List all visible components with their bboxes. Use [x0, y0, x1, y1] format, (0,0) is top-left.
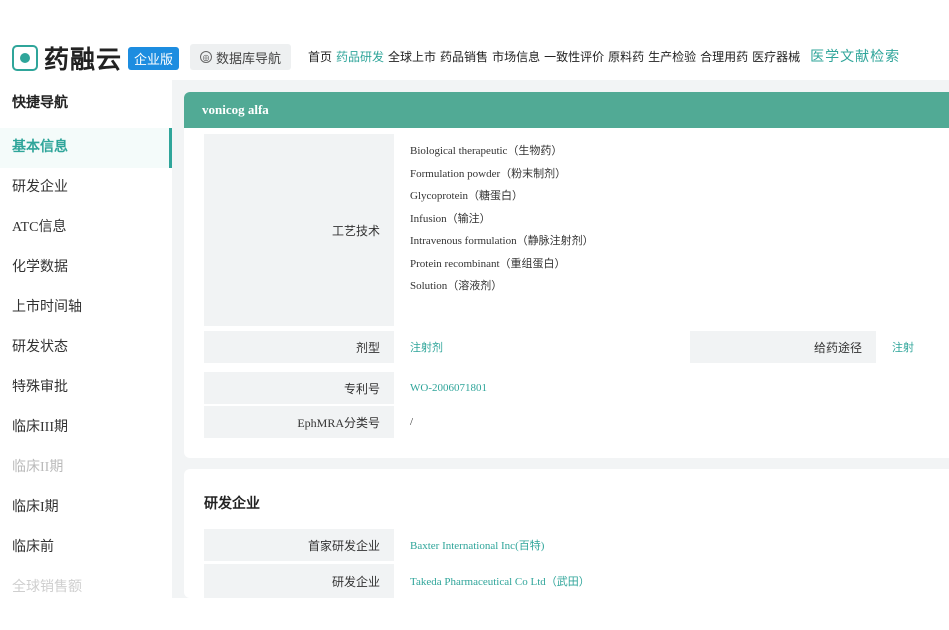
logo-icon [12, 45, 38, 71]
nav-item[interactable]: 医疗器械 [752, 48, 800, 65]
route-label: 给药途径 [690, 331, 876, 363]
tech-list: Biological therapeutic（生物药） Formulation p… [394, 134, 594, 326]
ephmra-row: EphMRA分类号 / [204, 406, 413, 438]
ephmra-value: / [410, 416, 414, 428]
logo-text: 药融云 [44, 45, 123, 74]
sidebar-item[interactable]: 临床II期 [0, 448, 172, 488]
rd-company-row: 研发企业 Takeda Pharmaceutical Co Ltd（武田） [204, 564, 590, 598]
route-value[interactable]: 注射 [876, 331, 914, 363]
tech-item: Intravenous formulation（静脉注射剂） [410, 235, 594, 247]
nav-item[interactable]: 首页 [308, 48, 332, 65]
first-rd-value[interactable]: Baxter International Inc(百特) [394, 529, 544, 561]
ephmra-label: EphMRA分类号 [204, 406, 394, 438]
rd-company-panel: 研发企业 首家研发企业 Baxter International Inc(百特)… [184, 469, 949, 598]
nav-item-literature-search[interactable]: 医学文献检索 [810, 46, 900, 66]
sidebar-item[interactable]: ATC信息 [0, 208, 172, 248]
tech-item: Solution（溶液剂） [410, 280, 503, 292]
app-header: 药融云 企业版 ◎ 数据库导航 首页 药品研发 全球上市 药品销售 市场信息 一致性评价原… [0, 0, 949, 80]
dosage-row: 剂型 注射剂 给药途径 注射 [204, 331, 914, 363]
nav-item[interactable]: 全球上市 [388, 48, 436, 65]
rd-company-label: 研发企业 [204, 564, 394, 598]
dosage-value[interactable]: 注射剂 [394, 331, 690, 363]
sidebar-item[interactable]: 特殊审批 [0, 368, 172, 408]
sidebar-item[interactable]: 临床I期 [0, 488, 172, 528]
basic-info-panel: vonicog alfa 工艺技术 Biological therapeutic… [184, 92, 949, 458]
first-rd-label: 首家研发企业 [204, 529, 394, 561]
sidebar-item[interactable]: 临床III期 [0, 408, 172, 448]
sidebar-item[interactable]: 基本信息 [0, 128, 172, 168]
sidebar-item[interactable]: 研发企业 [0, 168, 172, 208]
sidebar-title: 快捷导航 [12, 96, 68, 111]
tech-row: 工艺技术 Biological therapeutic（生物药） Formulat… [204, 134, 594, 326]
edition-badge: 企业版 [128, 46, 180, 70]
tech-item: Protein recombinant（重组蛋白） [410, 257, 566, 270]
tech-item: Infusion（输注） [410, 212, 491, 225]
dosage-label: 剂型 [204, 331, 394, 363]
patent-value[interactable]: WO-2006071801 [394, 372, 487, 404]
rd-company-value[interactable]: Takeda Pharmaceutical Co Ltd（武田） [394, 564, 590, 598]
patent-row: 专利号 WO-2006071801 [204, 372, 487, 404]
patent-label: 专利号 [204, 372, 394, 404]
sidebar-item[interactable]: 化学数据 [0, 248, 172, 288]
sidebar-item[interactable]: 全球销售额 [0, 568, 172, 598]
rd-section-title: 研发企业 [204, 497, 260, 512]
tech-label: 工艺技术 [204, 134, 394, 326]
tech-item: Biological therapeutic（生物药） [410, 145, 563, 157]
tech-item: Formulation powder（粉末制剂） [410, 167, 567, 180]
nav-item[interactable]: 生产检验 [648, 48, 696, 65]
top-nav: 首页 药品研发 全球上市 药品销售 市场信息 一致性评价 原料药 生产检验 合理用药 医疗器械 医学… [308, 46, 904, 66]
quick-nav-sidebar: 快捷导航 基本信息 研发企业 ATC信息 化学数据 上市时间轴 研发状态 特殊审批 临床III… [0, 80, 172, 598]
nav-item[interactable]: 药品销售 [440, 48, 488, 65]
sidebar-item[interactable]: 临床前 [0, 528, 172, 568]
first-rd-row: 首家研发企业 Baxter International Inc(百特) [204, 529, 544, 561]
database-nav-button[interactable]: ◎ 数据库导航 [190, 44, 292, 70]
compass-icon: ◎ [200, 51, 212, 63]
nav-item[interactable]: 一致性评价 [544, 48, 604, 65]
brand-logo[interactable]: 药融云 企业版 [12, 38, 180, 78]
nav-item[interactable]: 合理用药 [700, 48, 748, 65]
sidebar-item[interactable]: 上市时间轴 [0, 288, 172, 328]
tech-item: Glycoprotein（糖蛋白） [410, 190, 524, 202]
database-nav-label: 数据库导航 [216, 50, 282, 66]
nav-item[interactable]: 原料药 [608, 48, 644, 65]
drug-name-header: vonicog alfa [184, 92, 949, 128]
sidebar-item[interactable]: 研发状态 [0, 328, 172, 368]
nav-item[interactable]: 药品研发 [336, 48, 384, 65]
nav-item[interactable]: 市场信息 [492, 48, 540, 65]
